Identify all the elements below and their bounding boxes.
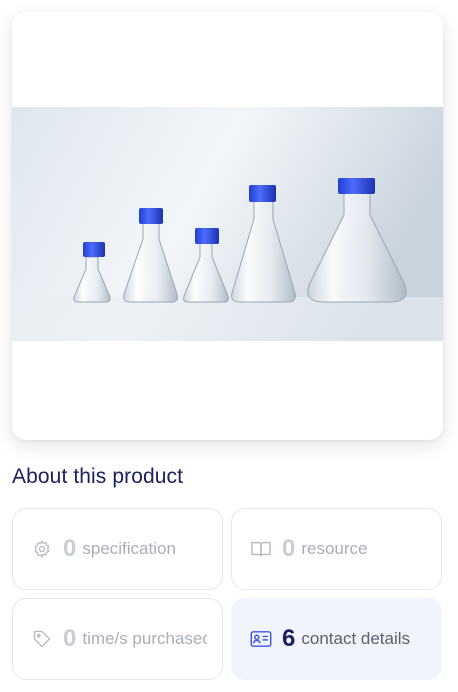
specification-label: specification [82, 539, 176, 558]
gear-icon [31, 538, 53, 560]
stat-card-specification[interactable]: 0 specification [12, 508, 223, 590]
contact-details-label: contact details [301, 629, 411, 648]
contact-card-icon [250, 628, 272, 650]
stat-card-resource[interactable]: 0 resource [231, 508, 442, 590]
resource-label: resource [301, 539, 368, 558]
product-image-card[interactable] [12, 12, 443, 440]
specification-count: 0 [63, 535, 77, 562]
stat-card-contact-details[interactable]: 6 contact details [231, 598, 442, 680]
contact-details-count: 6 [282, 625, 296, 652]
times-purchased-count: 0 [63, 625, 77, 652]
stat-card-times-purchased[interactable]: 0 time/s purchased [12, 598, 223, 680]
tag-icon [31, 628, 53, 650]
about-product-title: About this product [12, 465, 184, 488]
times-purchased-label: time/s purchased [82, 629, 208, 648]
resource-count: 0 [282, 535, 296, 562]
book-icon [250, 538, 272, 560]
product-photo [12, 107, 443, 341]
